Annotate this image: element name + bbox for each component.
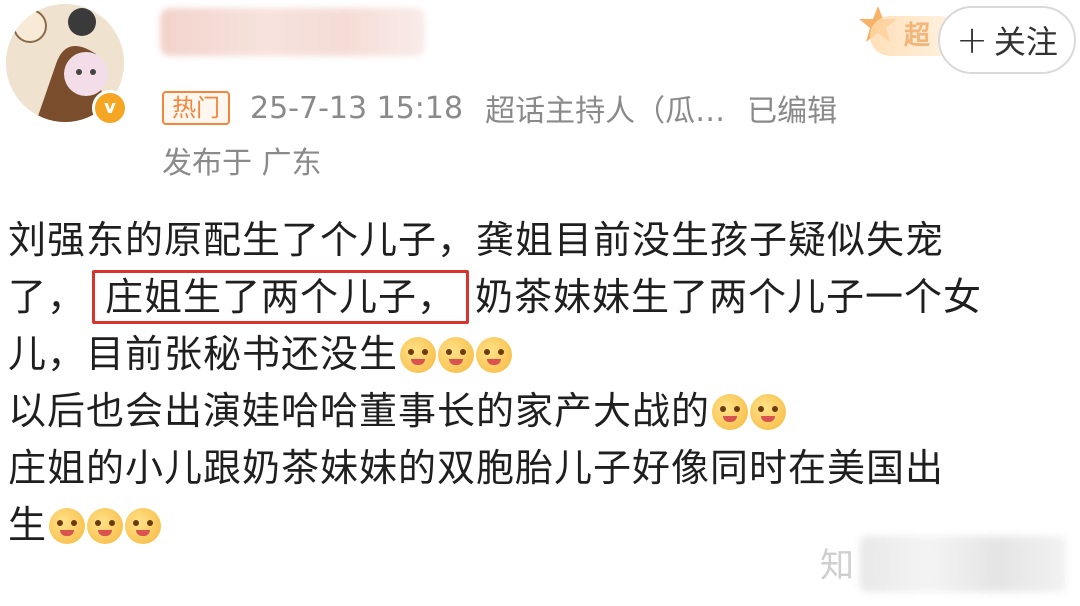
content-line: 了， 庄姐生了两个儿子， 奶茶妹妹生了两个儿子一个女 <box>8 269 1074 326</box>
post-timestamp: 25-7-13 15:18 <box>250 90 464 126</box>
emoji-icon <box>49 508 86 544</box>
edited-label[interactable]: 已编辑 <box>747 86 837 130</box>
content-line: 以后也会出演娃哈哈董事长的家产大战的 <box>8 383 1074 440</box>
plus-icon: + <box>956 18 988 62</box>
post-location: 发布于 广东 <box>162 146 322 181</box>
emoji-icon <box>400 337 437 373</box>
follow-button[interactable]: + 关注 <box>938 6 1076 74</box>
emoji-icon <box>750 394 787 430</box>
emoji-icon <box>125 508 162 544</box>
emoji-icon <box>87 508 124 544</box>
content-line: 庄姐的小儿跟奶茶妹妹的双胞胎儿子好像同时在美国出 <box>8 446 945 490</box>
content-text: 生 <box>8 503 48 547</box>
username-blurred[interactable] <box>160 8 425 56</box>
content-line: 儿，目前张秘书还没生 <box>8 326 1074 383</box>
verified-badge-icon: v <box>92 90 128 126</box>
content-text: 以后也会出演娃哈哈董事长的家产大战的 <box>8 389 711 433</box>
emoji-icon <box>476 337 513 373</box>
content-text: 了， <box>8 275 87 319</box>
content-line: 刘强东的原配生了个儿子，龚姐目前没生孩子疑似失宠 <box>8 218 945 262</box>
watermark-blurred <box>860 536 1066 592</box>
watermark-text: 知 <box>820 546 854 586</box>
content-text: 奶茶妹妹生了两个儿子一个女 <box>475 275 983 319</box>
content-text: 儿，目前张秘书还没生 <box>8 332 399 376</box>
hot-tag: 热门 <box>162 91 230 125</box>
emoji-icon <box>438 337 475 373</box>
emoji-icon <box>712 394 749 430</box>
watermark: 知 <box>820 530 1070 600</box>
post-source[interactable]: 超话主持人（瓜… <box>485 86 725 130</box>
post-meta: 热门 25-7-13 15:18 超话主持人（瓜… 已编辑 <box>162 86 837 130</box>
highlighted-text: 庄姐生了两个儿子， <box>92 270 470 324</box>
post-content: 刘强东的原配生了个儿子，龚姐目前没生孩子疑似失宠 了， 庄姐生了两个儿子， 奶茶妹妹… <box>8 212 1074 554</box>
follow-label: 关注 <box>993 23 1058 61</box>
